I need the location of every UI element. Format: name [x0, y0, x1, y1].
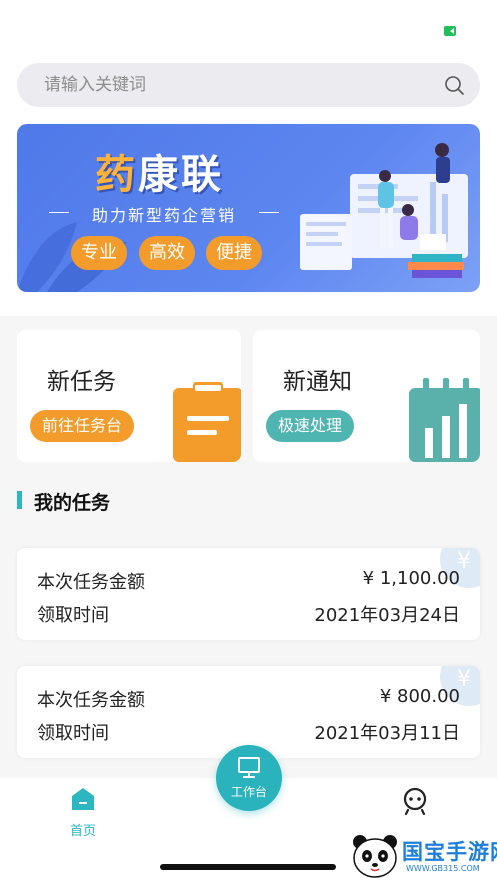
- watermark-name: 国宝手游网: [402, 840, 497, 864]
- status-bar: [0, 0, 497, 56]
- task-item[interactable]: ¥ 本次任务金额 ¥ 1,100.00 领取时间 2021年03月24日: [17, 548, 480, 640]
- amount-value: ¥ 1,100.00: [362, 568, 460, 589]
- amount-label: 本次任务金额: [37, 572, 145, 593]
- new-task-card[interactable]: 新任务 前往任务台: [17, 330, 241, 462]
- home-icon: [72, 788, 94, 810]
- nav-home[interactable]: 首页: [62, 786, 104, 839]
- banner-tag: 便捷: [206, 236, 262, 270]
- search-input[interactable]: [44, 63, 424, 107]
- battery-icon: [444, 26, 456, 36]
- workbench-label: 工作台: [230, 785, 267, 799]
- card-title: 新任务: [47, 369, 116, 395]
- home-indicator: [160, 864, 336, 870]
- banner-title: 药康联: [95, 152, 224, 198]
- clipboard-icon: [173, 382, 241, 462]
- monitor-icon: [238, 757, 260, 778]
- banner-tag: 高效: [139, 236, 195, 270]
- search-icon[interactable]: [444, 75, 464, 95]
- nav-home-label: 首页: [69, 824, 96, 839]
- profile-icon[interactable]: [400, 786, 430, 816]
- promo-banner[interactable]: 药康联 助力新型药企营销 专业 高效 便捷: [17, 124, 480, 292]
- card-title: 新通知: [283, 369, 352, 395]
- time-value: 2021年03月24日: [314, 605, 460, 626]
- banner-illustration: [300, 143, 468, 278]
- banner-tag: 专业: [71, 236, 127, 270]
- go-to-tasks-button[interactable]: 前往任务台: [30, 410, 135, 442]
- time-value: 2021年03月11日: [314, 723, 460, 744]
- section-accent-bar: [17, 491, 22, 509]
- time-label: 领取时间: [37, 723, 109, 744]
- search-bar[interactable]: [17, 63, 480, 107]
- new-notice-card[interactable]: 新通知 极速处理: [253, 330, 480, 462]
- watermark-url: WWW.GB315.COM: [406, 864, 480, 873]
- bar-chart-icon: [409, 378, 480, 462]
- section-title: 我的任务: [34, 492, 111, 514]
- amount-value: ¥ 800.00: [379, 686, 460, 707]
- banner-subtitle: 助力新型药企营销: [49, 202, 279, 226]
- amount-label: 本次任务金额: [37, 690, 145, 711]
- workbench-button[interactable]: 工作台: [216, 745, 282, 811]
- quick-handle-button[interactable]: 极速处理: [266, 410, 355, 442]
- panda-logo-icon: [353, 835, 397, 878]
- time-label: 领取时间: [37, 605, 109, 626]
